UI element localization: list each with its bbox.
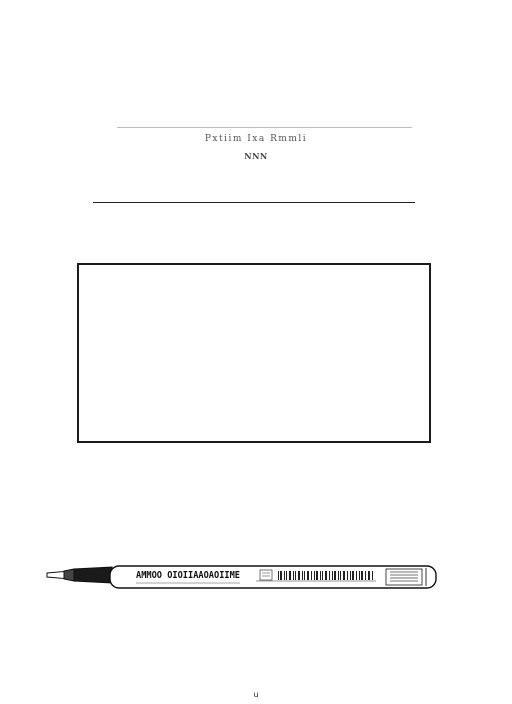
blank-frame: [77, 263, 431, 443]
pen-icon: AMMOO OIOIIAAOAOIIME: [46, 565, 437, 589]
document-subtitle: NNN: [244, 151, 268, 161]
page-number: u: [253, 690, 259, 699]
top-rule: [117, 127, 412, 128]
pen-cap-band: [385, 568, 423, 586]
section-rule: [93, 202, 415, 203]
document-title: Pxtiim Ixa Rmmli: [204, 134, 308, 144]
pen-cone: [63, 568, 75, 582]
pen-illustration: AMMOO OIOIIAAOAOIIME: [46, 560, 438, 594]
pen-print-text: AMMOO OIOIIAAOAOIIME: [136, 570, 240, 581]
pen-grip: [73, 566, 113, 584]
pen-tip: [46, 570, 65, 580]
